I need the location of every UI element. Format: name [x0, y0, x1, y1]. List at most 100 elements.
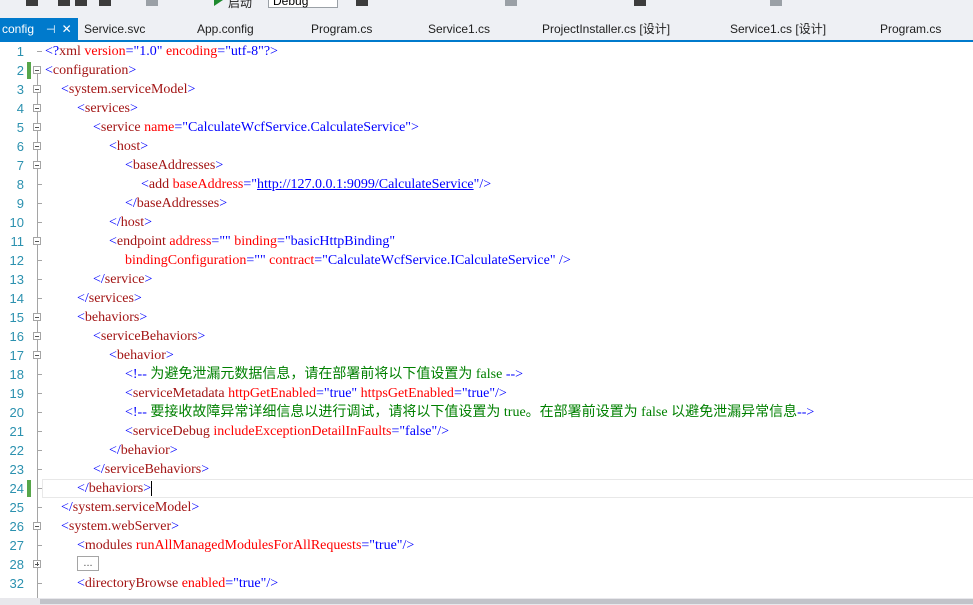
pin-icon[interactable]: ⊣	[46, 24, 56, 36]
collapse-icon[interactable]	[33, 85, 41, 93]
code-token: serviceDebug	[132, 424, 210, 439]
redo-icon[interactable]	[146, 0, 158, 6]
text-caret	[151, 481, 153, 497]
line-number: 8	[16, 177, 24, 192]
code-line[interactable]: 23 </serviceBehaviors>	[0, 460, 973, 479]
start-icon[interactable]	[214, 0, 223, 6]
line-number: 1	[16, 44, 24, 59]
code-line[interactable]: 11 <endpoint address="" binding="basicHtt…	[0, 232, 973, 251]
save-icon[interactable]	[58, 0, 70, 6]
tab-service-svc[interactable]: Service.svc	[84, 18, 145, 40]
new-item-icon[interactable]	[26, 0, 38, 6]
collapse-icon[interactable]	[33, 142, 41, 150]
code-line[interactable]: 28...	[0, 555, 973, 574]
line-number: 32	[9, 576, 24, 591]
code-token: </	[77, 291, 89, 306]
outline-tick	[37, 507, 42, 508]
code-token: >	[197, 329, 206, 344]
code-line[interactable]: 9 </baseAddresses>	[0, 194, 973, 213]
expand-icon[interactable]	[33, 560, 41, 568]
tab-program-cs[interactable]: Program.cs	[311, 18, 372, 40]
code-line[interactable]: 27 <modules runAllManagedModulesForAllReq…	[0, 536, 973, 555]
code-token: "false"	[399, 424, 438, 439]
collapse-icon[interactable]	[33, 123, 41, 131]
code-token: behavior	[116, 348, 166, 363]
code-line[interactable]: 6 <host>	[0, 137, 973, 156]
code-token: encoding	[162, 44, 218, 59]
collapse-icon[interactable]	[33, 332, 41, 340]
tab-projectinstaller-design[interactable]: ProjectInstaller.cs [设计]	[542, 18, 670, 40]
code-line[interactable]: 18 <!-- 为避免泄漏元数据信息，请在部署前将以下值设置为 false -->	[0, 365, 973, 384]
code-token: =	[453, 386, 462, 401]
tab-config[interactable]: config ⊣ ✕	[0, 18, 78, 40]
code-line[interactable]: 12 bindingConfiguration="" contract="Calc…	[0, 251, 973, 270]
bookmark-icon[interactable]	[505, 0, 517, 6]
code-token: =	[225, 576, 234, 591]
code-token: "true"	[323, 386, 358, 401]
find-icon[interactable]	[356, 0, 368, 6]
code-line[interactable]: 3 <system.serviceModel>	[0, 80, 973, 99]
tab-app-config[interactable]: App.config	[197, 18, 254, 40]
collapse-icon[interactable]	[33, 104, 41, 112]
code-token: <	[77, 576, 85, 591]
tab-service1-design[interactable]: Service1.cs [设计]	[730, 18, 826, 40]
code-line[interactable]: 17 <behavior>	[0, 346, 973, 365]
code-line[interactable]: 19 <serviceMetadata httpGetEnabled="true"…	[0, 384, 973, 403]
collapse-icon[interactable]	[33, 522, 41, 530]
code-text: </behavior>	[109, 441, 178, 460]
code-line[interactable]: 13 </service>	[0, 270, 973, 289]
line-number: 23	[9, 462, 24, 477]
code-line[interactable]: 16 <serviceBehaviors>	[0, 327, 973, 346]
code-token: />	[437, 424, 449, 439]
scrollbar-thumb[interactable]	[40, 599, 973, 604]
code-line[interactable]: 14 </services>	[0, 289, 973, 308]
code-line[interactable]: 26 <system.webServer>	[0, 517, 973, 536]
code-token: <!--	[125, 367, 147, 382]
save-all-icon[interactable]	[75, 0, 87, 6]
code-token: </	[61, 500, 73, 515]
code-token: http://127.0.0.1:9099/CalculateService	[257, 177, 474, 192]
code-line[interactable]: 22 </behavior>	[0, 441, 973, 460]
code-line[interactable]: 7 <baseAddresses>	[0, 156, 973, 175]
code-line[interactable]: 32 <directoryBrowse enabled="true"/>	[0, 574, 973, 593]
horizontal-scrollbar[interactable]	[0, 598, 973, 605]
code-line[interactable]: 15 <behaviors>	[0, 308, 973, 327]
code-editor[interactable]: 1 <?xml version="1.0" encoding="utf-8"?> 2…	[0, 42, 973, 598]
code-token: />	[402, 538, 415, 553]
code-line[interactable]: 21 <serviceDebug includeExceptionDetailIn…	[0, 422, 973, 441]
code-line[interactable]: 20 <!-- 要接收故障异常详细信息以进行调试，请将以下值设置为 true。在部…	[0, 403, 973, 422]
configuration-combo[interactable]: Debug	[268, 0, 338, 8]
collapsed-region[interactable]: ...	[77, 556, 99, 571]
code-line[interactable]: 2 <configuration>	[0, 61, 973, 80]
undo-icon[interactable]	[99, 0, 111, 6]
code-line[interactable]: 5 <service name="CalculateWcfService.Calc…	[0, 118, 973, 137]
code-line[interactable]: 1 <?xml version="1.0" encoding="utf-8"?>	[0, 42, 973, 61]
collapse-icon[interactable]	[33, 66, 41, 74]
code-line[interactable]: 10 </host>	[0, 213, 973, 232]
code-text: <!-- 要接收故障异常详细信息以进行调试，请将以下值设置为 true。在部署前…	[125, 403, 814, 422]
collapse-icon[interactable]	[33, 313, 41, 321]
collapse-icon[interactable]	[33, 161, 41, 169]
code-line[interactable]: 25 </system.serviceModel>	[0, 498, 973, 517]
code-token: system.serviceModel	[68, 82, 188, 97]
code-token: />	[479, 177, 492, 192]
start-label[interactable]: 启动	[228, 0, 252, 11]
close-icon[interactable]: ✕	[62, 22, 72, 36]
document-tabs: config ⊣ ✕ Service.svc App.config Program.…	[0, 18, 973, 42]
code-line[interactable]: 24 </behaviors>	[0, 479, 973, 498]
bookmark-next-icon[interactable]	[770, 0, 782, 6]
collapse-icon[interactable]	[33, 351, 41, 359]
code-text: </service>	[93, 270, 152, 289]
code-line[interactable]: 4 <services>	[0, 99, 973, 118]
code-line[interactable]: 8 <add baseAddress="http://127.0.0.1:9099…	[0, 175, 973, 194]
code-token: "utf-8"	[225, 44, 264, 59]
tab-program-cs-2[interactable]: Program.cs	[880, 18, 941, 40]
code-token: includeExceptionDetailInFaults	[209, 424, 392, 439]
code-token: <?	[45, 44, 60, 59]
tab-service1-cs[interactable]: Service1.cs	[428, 18, 490, 40]
comment-icon[interactable]	[634, 0, 646, 6]
line-number: 21	[9, 424, 24, 439]
collapse-icon[interactable]	[33, 237, 41, 245]
code-token: host	[120, 215, 145, 230]
line-number: 14	[9, 291, 24, 306]
